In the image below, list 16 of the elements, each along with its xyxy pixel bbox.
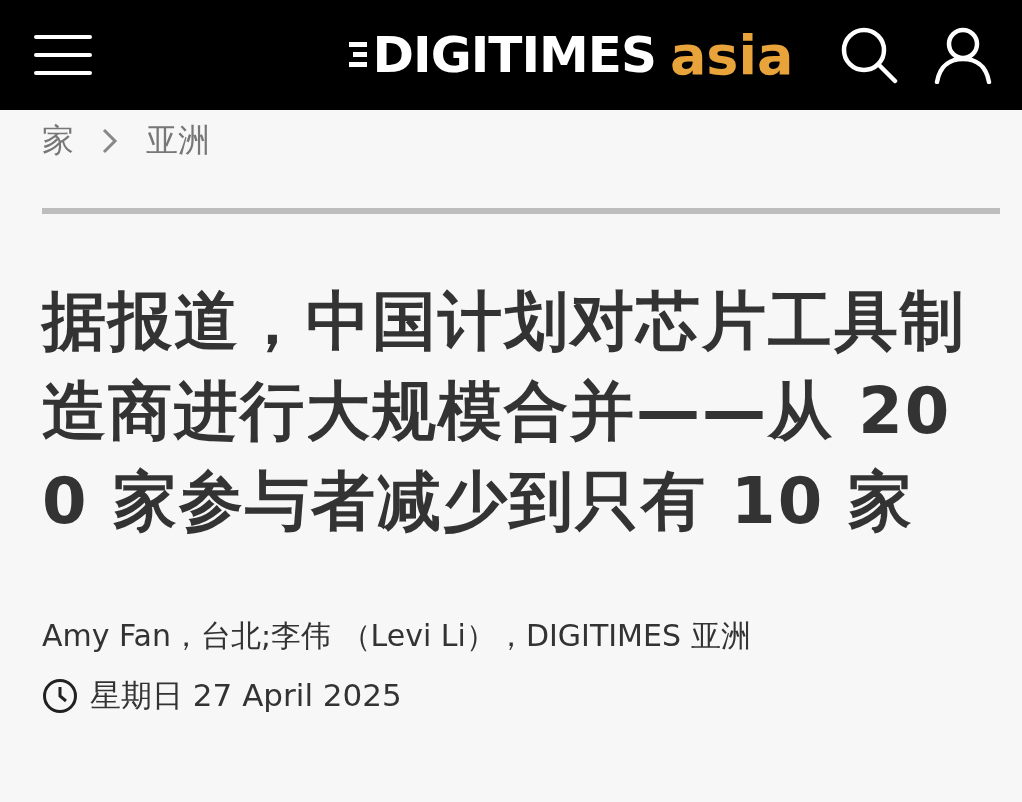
- menu-icon: [34, 33, 92, 77]
- article-date: 星期日 27 April 2025: [90, 676, 402, 715]
- account-button[interactable]: [934, 26, 992, 84]
- chevron-icon: [102, 128, 118, 154]
- logo-suffix: asia: [669, 23, 794, 87]
- clock-icon: [42, 678, 78, 714]
- search-button[interactable]: [840, 26, 898, 84]
- user-icon: [934, 26, 992, 84]
- menu-button[interactable]: [34, 33, 92, 77]
- breadcrumb-link[interactable]: 家: [42, 119, 74, 163]
- article-byline: Amy Fan，台北;李伟 （Levi Li），DIGITIMES 亚洲: [42, 617, 752, 655]
- article-title: 据报道，中国计划对芯片工具制造商进行大规模合并——从 200 家参与者减少到只有 10 家: [42, 283, 967, 540]
- speed-lines-icon: [348, 40, 367, 70]
- logo-wordmark: DIGITIMES: [372, 26, 656, 84]
- breadcrumb-link[interactable]: 亚洲: [146, 119, 210, 163]
- search-icon: [840, 26, 898, 84]
